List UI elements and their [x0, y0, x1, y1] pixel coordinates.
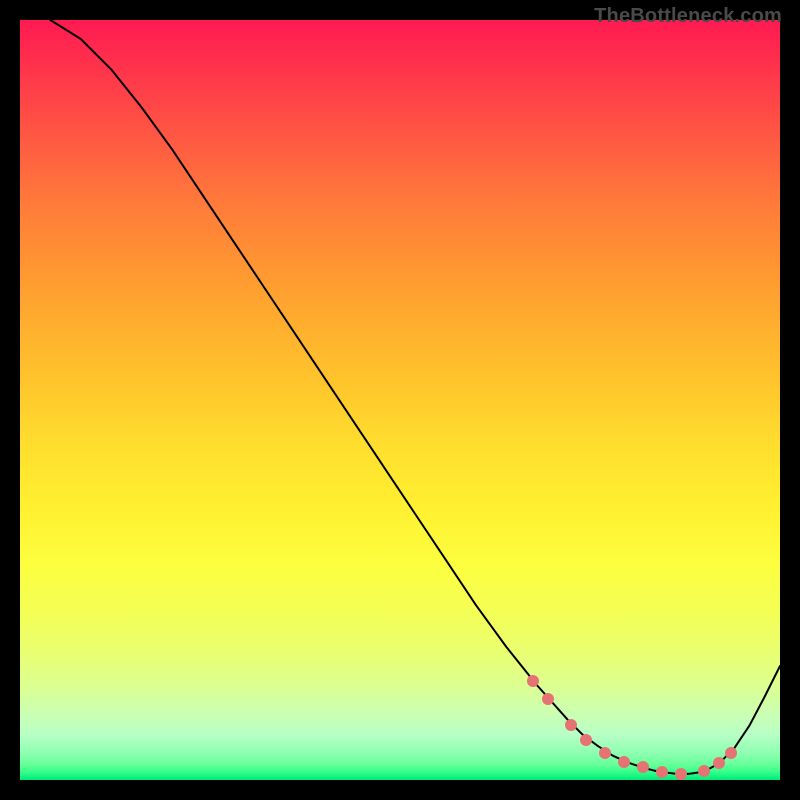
data-marker: [725, 747, 737, 759]
data-marker: [565, 719, 577, 731]
data-marker: [580, 734, 592, 746]
data-marker: [713, 757, 725, 769]
bottleneck-curve: [50, 20, 780, 774]
data-marker: [675, 768, 687, 780]
data-marker: [656, 766, 668, 778]
data-marker: [599, 747, 611, 759]
data-marker: [542, 693, 554, 705]
plot-area: [20, 20, 780, 780]
data-marker: [637, 761, 649, 773]
data-marker: [618, 756, 630, 768]
data-marker: [527, 675, 539, 687]
chart-root: TheBottleneck.com: [0, 0, 800, 800]
data-marker: [698, 765, 710, 777]
curve-layer: [20, 20, 780, 780]
